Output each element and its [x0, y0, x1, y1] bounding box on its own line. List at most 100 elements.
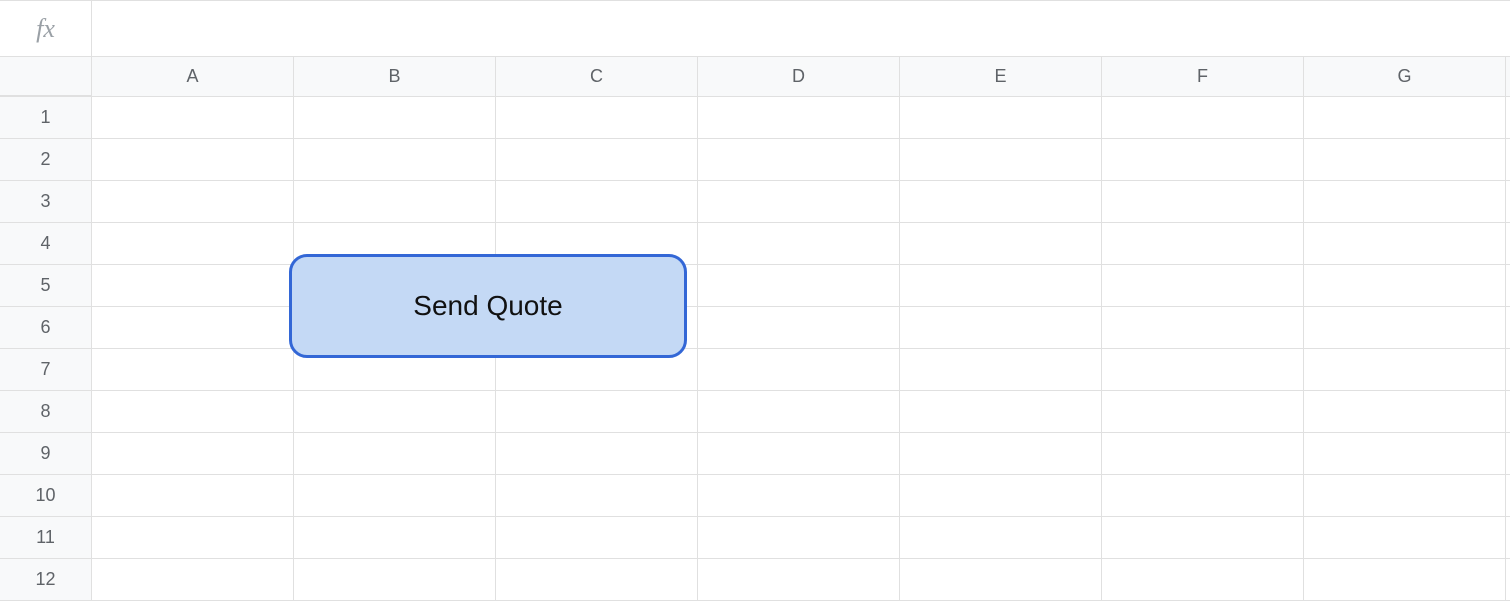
cell[interactable] [1102, 139, 1304, 180]
row-header[interactable]: 3 [0, 181, 92, 222]
cell[interactable] [900, 391, 1102, 432]
cell[interactable] [1102, 559, 1304, 600]
send-quote-button[interactable]: Send Quote [289, 254, 687, 358]
cell[interactable] [698, 223, 900, 264]
cell[interactable] [1102, 475, 1304, 516]
row-header[interactable]: 5 [0, 265, 92, 306]
row-header[interactable]: 12 [0, 559, 92, 600]
cell[interactable] [900, 517, 1102, 558]
cell[interactable] [496, 391, 698, 432]
cell[interactable] [496, 559, 698, 600]
column-header[interactable]: G [1304, 57, 1506, 96]
cell[interactable] [1102, 517, 1304, 558]
cell[interactable] [698, 139, 900, 180]
cell[interactable] [900, 265, 1102, 306]
cell[interactable] [1304, 265, 1506, 306]
cell[interactable] [496, 97, 698, 138]
cell[interactable] [900, 181, 1102, 222]
cell[interactable] [1102, 181, 1304, 222]
cell[interactable] [1304, 223, 1506, 264]
cell[interactable] [900, 139, 1102, 180]
cell[interactable] [1102, 349, 1304, 390]
cell[interactable] [92, 349, 294, 390]
row-header[interactable]: 8 [0, 391, 92, 432]
cell[interactable] [1304, 139, 1506, 180]
column-header[interactable]: B [294, 57, 496, 96]
cell[interactable] [294, 433, 496, 474]
cell[interactable] [1304, 307, 1506, 348]
cell[interactable] [92, 517, 294, 558]
cell[interactable] [1102, 307, 1304, 348]
column-header[interactable]: A [92, 57, 294, 96]
cell[interactable] [900, 349, 1102, 390]
cell[interactable] [900, 97, 1102, 138]
cell[interactable] [900, 559, 1102, 600]
cell[interactable] [698, 349, 900, 390]
row-header[interactable]: 2 [0, 139, 92, 180]
cell[interactable] [1304, 349, 1506, 390]
row-header[interactable]: 9 [0, 433, 92, 474]
row-header[interactable]: 7 [0, 349, 92, 390]
cell[interactable] [900, 475, 1102, 516]
cell[interactable] [900, 433, 1102, 474]
cell[interactable] [1102, 433, 1304, 474]
cell[interactable] [92, 307, 294, 348]
cell[interactable] [900, 307, 1102, 348]
rows-container: 1 2 3 [0, 97, 1510, 601]
row: 7 [0, 349, 1510, 391]
cell[interactable] [92, 223, 294, 264]
cell[interactable] [496, 181, 698, 222]
cell[interactable] [92, 181, 294, 222]
cell[interactable] [496, 139, 698, 180]
cell[interactable] [92, 391, 294, 432]
cell[interactable] [92, 433, 294, 474]
row-header[interactable]: 6 [0, 307, 92, 348]
cell[interactable] [1102, 223, 1304, 264]
column-header[interactable]: F [1102, 57, 1304, 96]
cell[interactable] [1304, 517, 1506, 558]
cell[interactable] [294, 97, 496, 138]
cell[interactable] [1304, 97, 1506, 138]
cell[interactable] [1102, 265, 1304, 306]
cell[interactable] [1102, 97, 1304, 138]
cell[interactable] [698, 391, 900, 432]
row-header[interactable]: 4 [0, 223, 92, 264]
cell[interactable] [294, 391, 496, 432]
cell[interactable] [294, 517, 496, 558]
cell[interactable] [1304, 181, 1506, 222]
cell[interactable] [698, 97, 900, 138]
cell[interactable] [1304, 391, 1506, 432]
formula-input[interactable] [92, 1, 1510, 56]
cell[interactable] [294, 475, 496, 516]
column-header[interactable]: D [698, 57, 900, 96]
cell[interactable] [92, 475, 294, 516]
cell[interactable] [496, 433, 698, 474]
cell[interactable] [294, 559, 496, 600]
cell[interactable] [294, 181, 496, 222]
row-header[interactable]: 10 [0, 475, 92, 516]
column-header[interactable]: C [496, 57, 698, 96]
cell[interactable] [496, 517, 698, 558]
cell[interactable] [698, 265, 900, 306]
cell[interactable] [1102, 391, 1304, 432]
cell[interactable] [92, 139, 294, 180]
cell[interactable] [1304, 433, 1506, 474]
cell[interactable] [1304, 559, 1506, 600]
cell[interactable] [496, 475, 698, 516]
cell[interactable] [698, 517, 900, 558]
cell[interactable] [698, 307, 900, 348]
row-header[interactable]: 11 [0, 517, 92, 558]
cell[interactable] [1304, 475, 1506, 516]
cell[interactable] [698, 475, 900, 516]
corner-box[interactable] [0, 57, 92, 96]
cell[interactable] [698, 433, 900, 474]
cell[interactable] [92, 559, 294, 600]
cell[interactable] [698, 181, 900, 222]
row-header[interactable]: 1 [0, 97, 92, 138]
cell[interactable] [92, 97, 294, 138]
cell[interactable] [294, 139, 496, 180]
column-header[interactable]: E [900, 57, 1102, 96]
cell[interactable] [698, 559, 900, 600]
cell[interactable] [92, 265, 294, 306]
cell[interactable] [900, 223, 1102, 264]
